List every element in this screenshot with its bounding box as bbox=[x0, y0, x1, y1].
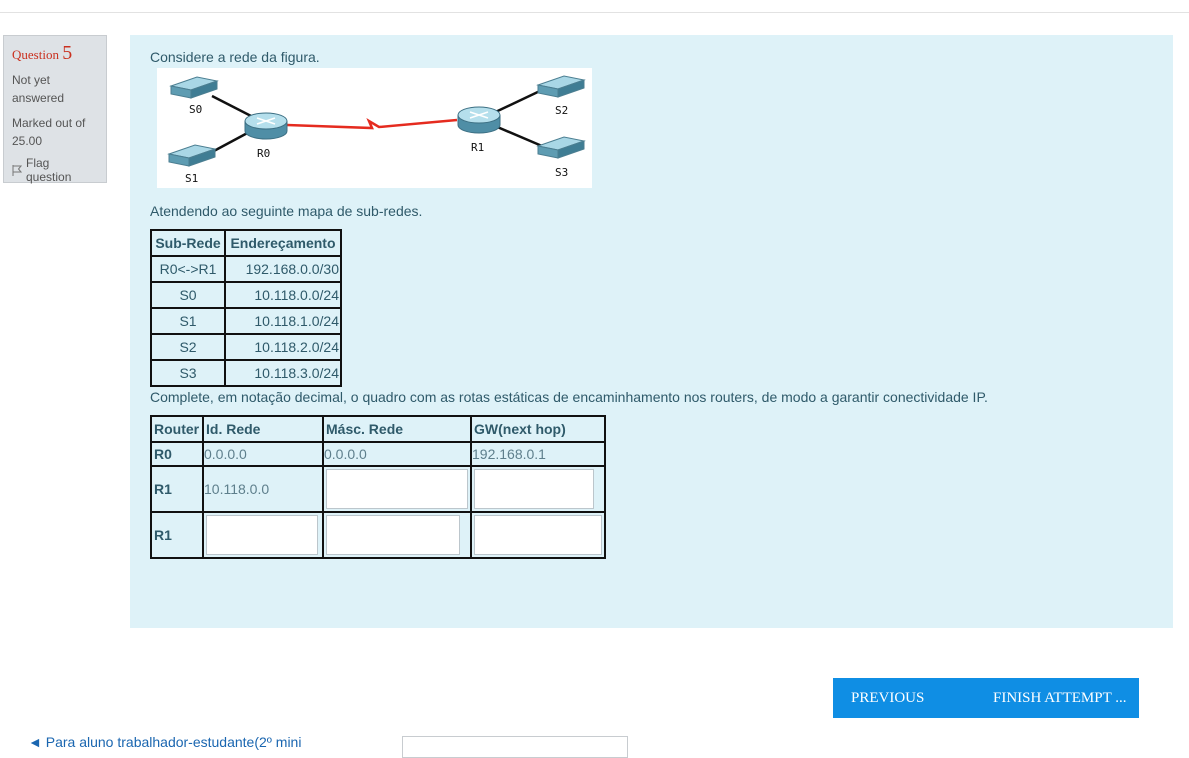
instruction-text: Complete, em notação decimal, o quadro c… bbox=[150, 389, 988, 405]
flag-question-button[interactable]: Flag question bbox=[12, 156, 98, 184]
network-mask-input[interactable] bbox=[326, 515, 460, 555]
label-s0: S0 bbox=[189, 103, 202, 116]
network-diagram: S0 S1 S2 S3 R0 R1 bbox=[157, 68, 592, 188]
column-header: GW(next hop) bbox=[470, 415, 606, 443]
column-header: Router bbox=[150, 415, 204, 443]
label-s1: S1 bbox=[185, 172, 198, 185]
route-table: Router Id. Rede Másc. Rede GW(next hop) … bbox=[150, 415, 606, 559]
subnet-table: Sub-Rede Endereçamento R0<->R1 192.168.0… bbox=[150, 229, 342, 387]
subnet-name: S1 bbox=[150, 307, 226, 335]
table-row: R0<->R1 192.168.0.0/30 bbox=[150, 255, 342, 283]
table-row: S2 10.118.2.0/24 bbox=[150, 333, 342, 361]
question-state: Not yet answered bbox=[12, 73, 65, 105]
table-row: S3 10.118.3.0/24 bbox=[150, 359, 342, 387]
label-r1: R1 bbox=[471, 141, 484, 154]
subnet-name: S2 bbox=[150, 333, 226, 361]
network-id-input[interactable] bbox=[206, 515, 318, 555]
gateway-input[interactable] bbox=[474, 515, 602, 555]
switch-icon bbox=[536, 136, 586, 159]
jump-to-select[interactable] bbox=[402, 736, 628, 758]
column-header: Id. Rede bbox=[202, 415, 324, 443]
subnet-address: 10.118.3.0/24 bbox=[224, 359, 342, 387]
switch-icon bbox=[169, 76, 219, 99]
label-s2: S2 bbox=[555, 104, 568, 117]
switch-icon bbox=[536, 75, 586, 98]
navigation-buttons: PREVIOUS PAGE FINISH ATTEMPT ... bbox=[833, 678, 1139, 746]
subnet-address: 10.118.2.0/24 bbox=[224, 333, 342, 361]
network-mask-input[interactable] bbox=[326, 469, 468, 509]
network-id-value: 10.118.0.0 bbox=[202, 465, 324, 513]
table-row: S1 10.118.1.0/24 bbox=[150, 307, 342, 335]
flag-icon bbox=[12, 164, 22, 176]
router-cell: R1 bbox=[150, 465, 204, 513]
gateway-value: 192.168.0.1 bbox=[470, 441, 606, 467]
router-cell: R1 bbox=[150, 511, 204, 559]
question-grade: Marked out of 25.00 bbox=[12, 116, 86, 148]
table-header-row: Sub-Rede Endereçamento bbox=[150, 229, 342, 257]
subnet-address: 10.118.0.0/24 bbox=[224, 281, 342, 309]
subnet-intro: Atendendo ao seguinte mapa de sub-redes. bbox=[150, 203, 423, 219]
table-row: R1 10.118.0.0 bbox=[150, 465, 606, 513]
table-row: R1 bbox=[150, 511, 606, 559]
subnet-name: R0<->R1 bbox=[150, 255, 226, 283]
label-s3: S3 bbox=[555, 166, 568, 179]
question-intro: Considere a rede da figura. bbox=[150, 49, 320, 65]
router-icon bbox=[244, 112, 288, 140]
question-content: Considere a rede da figura. S0 S1 S2 S3 … bbox=[130, 35, 1173, 628]
subnet-address: 10.118.1.0/24 bbox=[224, 307, 342, 335]
question-info-panel: Question 5 Not yet answered Marked out o… bbox=[3, 35, 107, 184]
network-id-value: 0.0.0.0 bbox=[202, 441, 324, 467]
top-divider bbox=[0, 12, 1189, 13]
subnet-name: S3 bbox=[150, 359, 226, 387]
router-icon bbox=[457, 106, 501, 134]
previous-page-button[interactable]: PREVIOUS PAGE bbox=[833, 678, 975, 746]
column-header: Endereçamento bbox=[224, 229, 342, 257]
router-cell: R0 bbox=[150, 441, 204, 467]
gateway-input[interactable] bbox=[474, 469, 594, 509]
subnet-name: S0 bbox=[150, 281, 226, 309]
question-number: Question 5 bbox=[12, 42, 73, 64]
table-row: R0 0.0.0.0 0.0.0.0 192.168.0.1 bbox=[150, 441, 606, 467]
table-row: S0 10.118.0.0/24 bbox=[150, 281, 342, 309]
label-r0: R0 bbox=[257, 147, 270, 160]
column-header: Sub-Rede bbox=[150, 229, 226, 257]
column-header: Másc. Rede bbox=[322, 415, 472, 443]
switch-icon bbox=[167, 144, 217, 167]
subnet-address: 192.168.0.0/30 bbox=[224, 255, 342, 283]
network-mask-value: 0.0.0.0 bbox=[322, 441, 472, 467]
previous-activity-link[interactable]: ◄ Para aluno trabalhador-estudante(2º mi… bbox=[28, 734, 301, 750]
finish-attempt-button[interactable]: FINISH ATTEMPT ... bbox=[975, 678, 1139, 718]
table-header-row: Router Id. Rede Másc. Rede GW(next hop) bbox=[150, 415, 606, 443]
flag-question-label: Flag question bbox=[26, 156, 72, 184]
